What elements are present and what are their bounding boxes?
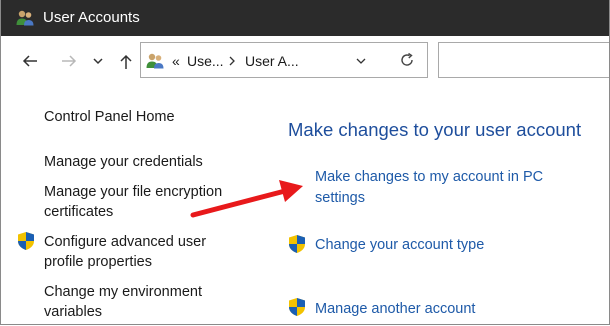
uac-shield-icon xyxy=(18,232,34,250)
user-accounts-icon xyxy=(16,10,34,26)
breadcrumb-item[interactable]: Use... xyxy=(187,53,224,69)
search-box[interactable] xyxy=(438,42,609,78)
environment-variables-link-line1[interactable]: Change my environment xyxy=(44,282,202,302)
refresh-icon[interactable] xyxy=(398,51,416,69)
uac-shield-icon xyxy=(289,235,305,253)
address-bar[interactable]: « Use... User A... xyxy=(140,42,428,78)
page-heading: Make changes to your user account xyxy=(288,119,582,140)
uac-shield-icon xyxy=(289,298,305,316)
file-encryption-link-line2[interactable]: certificates xyxy=(44,202,113,222)
dropdown-chevron-icon[interactable] xyxy=(355,56,367,66)
forward-arrow-icon[interactable] xyxy=(60,52,78,70)
user-accounts-icon xyxy=(146,53,164,69)
breadcrumb-item[interactable]: User A... xyxy=(245,53,299,69)
title-bar[interactable]: User Accounts xyxy=(1,0,609,36)
pc-settings-link-line1[interactable]: Make changes to my account in PC xyxy=(315,167,543,187)
navigation-bar: « Use... User A... xyxy=(1,36,609,86)
manage-another-account-link[interactable]: Manage another account xyxy=(315,299,475,319)
advanced-profile-link-line1[interactable]: Configure advanced user xyxy=(44,232,206,252)
manage-credentials-link[interactable]: Manage your credentials xyxy=(44,152,203,172)
environment-variables-link-line2[interactable]: variables xyxy=(44,302,102,322)
control-panel-home-link[interactable]: Control Panel Home xyxy=(44,107,175,127)
window-title: User Accounts xyxy=(43,9,140,26)
advanced-profile-link-line2[interactable]: profile properties xyxy=(44,252,152,272)
chevron-right-icon xyxy=(229,56,235,66)
red-annotation-arrow xyxy=(190,180,303,218)
up-arrow-icon[interactable] xyxy=(117,53,135,71)
pc-settings-link-line2[interactable]: settings xyxy=(315,188,365,208)
chevron-down-icon[interactable] xyxy=(91,54,105,68)
change-account-type-link[interactable]: Change your account type xyxy=(315,235,484,255)
breadcrumb-overflow[interactable]: « xyxy=(172,53,180,69)
back-arrow-icon[interactable] xyxy=(21,52,39,70)
user-accounts-window: User Accounts « Use... User A... Control… xyxy=(0,0,610,325)
